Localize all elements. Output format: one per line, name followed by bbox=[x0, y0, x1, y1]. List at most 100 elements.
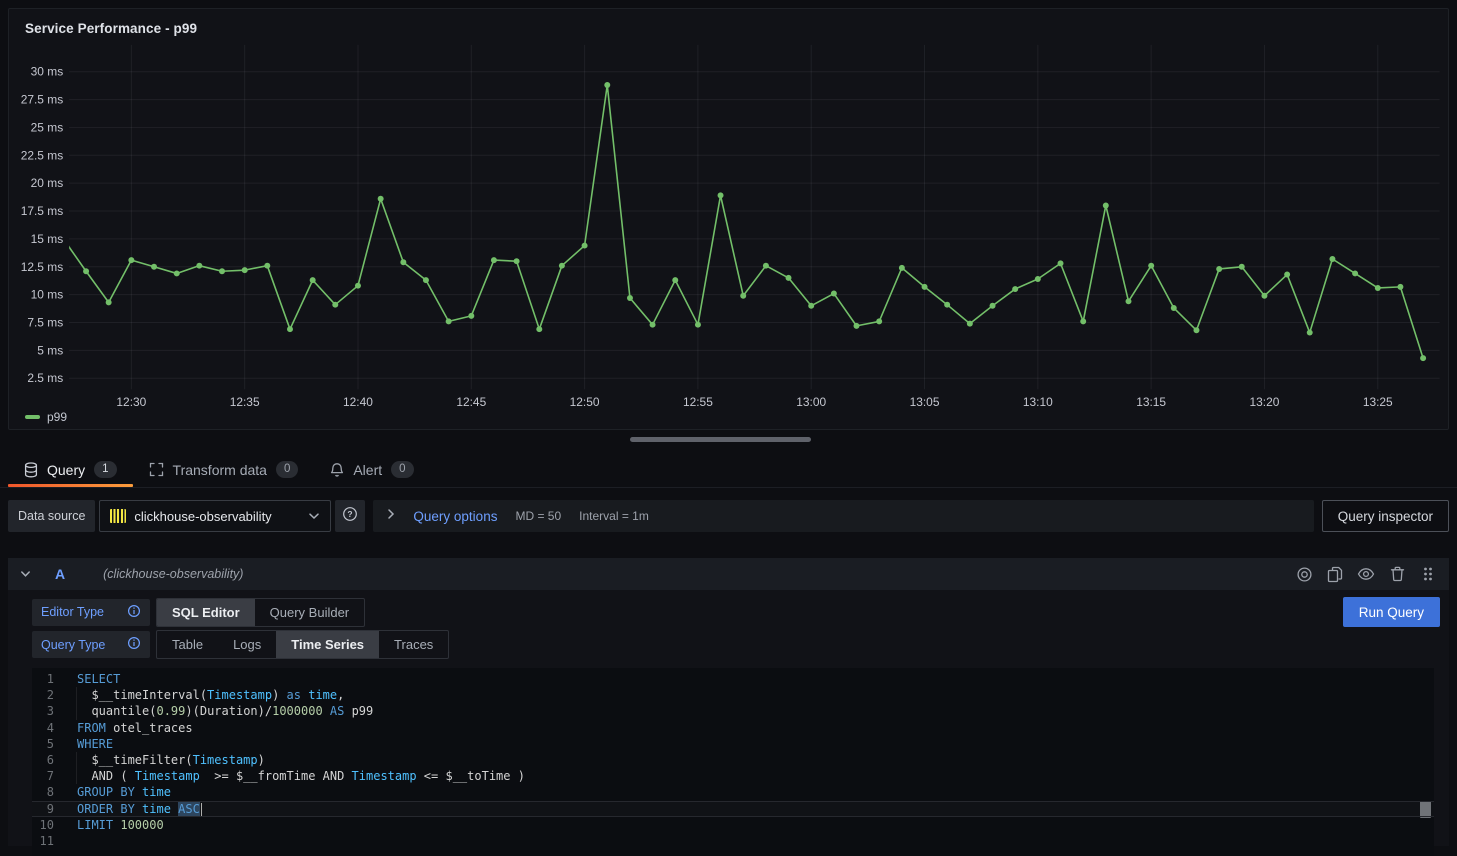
datasource-picker-value: clickhouse-observability bbox=[134, 509, 300, 524]
query-type-label-chip: Query Type bbox=[32, 631, 150, 658]
code-line[interactable]: 7 AND ( Timestamp >= $__fromTime AND Tim… bbox=[32, 768, 1434, 784]
query-type-table[interactable]: Table bbox=[157, 631, 218, 658]
query-row-actions bbox=[1295, 565, 1437, 583]
code-line[interactable]: 9ORDER BY time ASC bbox=[32, 801, 1434, 817]
code-line[interactable]: 5WHERE bbox=[32, 736, 1434, 752]
code-line[interactable]: 11 bbox=[32, 833, 1434, 849]
svg-text:15 ms: 15 ms bbox=[31, 232, 64, 246]
query-type-time-series[interactable]: Time Series bbox=[276, 631, 379, 658]
collapse-chevron-icon[interactable] bbox=[20, 565, 31, 583]
line-number: 11 bbox=[32, 833, 77, 849]
svg-text:2.5 ms: 2.5 ms bbox=[27, 371, 63, 385]
database-icon bbox=[24, 462, 38, 478]
svg-text:12:35: 12:35 bbox=[230, 395, 260, 409]
tab-alert[interactable]: Alert 0 bbox=[314, 452, 429, 487]
datasource-help-button[interactable]: ? bbox=[335, 500, 365, 532]
svg-text:12.5 ms: 12.5 ms bbox=[21, 260, 63, 274]
code-line[interactable]: 4FROM otel_traces bbox=[32, 720, 1434, 736]
tab-alert-count-badge: 0 bbox=[391, 461, 413, 479]
svg-text:13:05: 13:05 bbox=[910, 395, 940, 409]
query-datasource-subtitle: (clickhouse-observability) bbox=[103, 567, 243, 581]
line-number: 10 bbox=[32, 817, 77, 833]
line-number: 5 bbox=[32, 736, 77, 752]
indent-guide bbox=[76, 687, 77, 703]
code-line[interactable]: 3 quantile(0.99)(Duration)/1000000 AS p9… bbox=[32, 703, 1434, 719]
query-type-row: Query Type Table Logs Time Series Traces bbox=[32, 630, 1449, 659]
editor-type-options: SQL Editor Query Builder bbox=[156, 598, 365, 627]
line-number: 6 bbox=[32, 752, 77, 768]
editor-type-label: Editor Type bbox=[41, 605, 104, 619]
record-circle-icon[interactable] bbox=[1295, 565, 1313, 583]
query-type-traces[interactable]: Traces bbox=[379, 631, 448, 658]
code-line-content: GROUP BY time bbox=[77, 784, 1434, 800]
code-line[interactable]: 8GROUP BY time bbox=[32, 784, 1434, 800]
transform-icon bbox=[149, 462, 164, 477]
tab-query[interactable]: Query 1 bbox=[8, 452, 133, 487]
query-ref-id[interactable]: A bbox=[55, 566, 65, 582]
code-line[interactable]: 10LIMIT 100000 bbox=[32, 817, 1434, 833]
duplicate-query-icon[interactable] bbox=[1326, 565, 1344, 583]
legend-series-label: p99 bbox=[47, 410, 67, 424]
query-options-interval: Interval = 1m bbox=[579, 509, 649, 523]
query-type-label: Query Type bbox=[41, 638, 105, 652]
active-tab-underline bbox=[8, 484, 133, 487]
svg-text:25 ms: 25 ms bbox=[31, 120, 64, 134]
svg-text:30 ms: 30 ms bbox=[31, 65, 64, 79]
code-line[interactable]: 6 $__timeFilter(Timestamp) bbox=[32, 752, 1434, 768]
editor-type-label-chip: Editor Type bbox=[32, 599, 150, 626]
tab-query-label: Query bbox=[47, 462, 85, 478]
code-line-content: $__timeFilter(Timestamp) bbox=[77, 752, 1434, 768]
hide-response-eye-icon[interactable] bbox=[1357, 565, 1375, 583]
query-type-options: Table Logs Time Series Traces bbox=[156, 630, 449, 659]
svg-text:13:15: 13:15 bbox=[1136, 395, 1166, 409]
timeseries-chart[interactable]: 2.5 ms5 ms7.5 ms10 ms12.5 ms15 ms17.5 ms… bbox=[9, 9, 1448, 429]
line-number: 2 bbox=[32, 687, 77, 703]
query-type-logs[interactable]: Logs bbox=[218, 631, 276, 658]
info-icon[interactable] bbox=[127, 636, 141, 653]
datasource-picker[interactable]: clickhouse-observability bbox=[99, 500, 331, 532]
svg-text:17.5 ms: 17.5 ms bbox=[21, 204, 63, 218]
remove-query-trash-icon[interactable] bbox=[1388, 565, 1406, 583]
line-number: 9 bbox=[32, 801, 77, 817]
chevron-down-icon bbox=[308, 507, 320, 525]
help-circle-icon: ? bbox=[342, 506, 358, 527]
code-line-content: quantile(0.99)(Duration)/1000000 AS p99 bbox=[77, 703, 1434, 719]
chart-panel: 2.5 ms5 ms7.5 ms10 ms12.5 ms15 ms17.5 ms… bbox=[8, 8, 1449, 430]
query-inspector-button[interactable]: Query inspector bbox=[1322, 500, 1449, 532]
editor-type-query-builder[interactable]: Query Builder bbox=[255, 599, 364, 626]
tab-query-count-badge: 1 bbox=[94, 461, 116, 479]
code-line-content: AND ( Timestamp >= $__fromTime AND Times… bbox=[77, 768, 1434, 784]
tab-transform-count-badge: 0 bbox=[276, 461, 298, 479]
svg-text:20 ms: 20 ms bbox=[31, 176, 64, 190]
svg-text:12:55: 12:55 bbox=[683, 395, 713, 409]
panel-title[interactable]: Service Performance - p99 bbox=[25, 21, 197, 36]
svg-text:5 ms: 5 ms bbox=[37, 343, 63, 357]
code-line-content: WHERE bbox=[77, 736, 1434, 752]
query-row-header[interactable]: A (clickhouse-observability) bbox=[8, 558, 1449, 590]
sql-code-editor[interactable]: 1SELECT2 $__timeInterval(Timestamp) as t… bbox=[32, 668, 1434, 856]
indent-guide bbox=[76, 768, 77, 784]
code-line[interactable]: 2 $__timeInterval(Timestamp) as time, bbox=[32, 687, 1434, 703]
chart-legend[interactable]: p99 bbox=[25, 410, 67, 424]
horizontal-scrollbar-thumb[interactable] bbox=[630, 437, 811, 442]
tab-transform-data[interactable]: Transform data 0 bbox=[133, 452, 315, 487]
clickhouse-logo-icon bbox=[110, 509, 126, 523]
editor-type-row: Editor Type SQL Editor Query Builder Run… bbox=[32, 597, 1449, 627]
code-line-content: SELECT bbox=[77, 671, 1434, 687]
svg-text:13:25: 13:25 bbox=[1363, 395, 1393, 409]
run-query-button[interactable]: Run Query bbox=[1343, 597, 1440, 627]
line-number: 1 bbox=[32, 671, 77, 687]
editor-type-sql-editor[interactable]: SQL Editor bbox=[157, 599, 255, 626]
code-line-content: FROM otel_traces bbox=[77, 720, 1434, 736]
tab-transform-label: Transform data bbox=[173, 462, 267, 478]
indent-guide bbox=[76, 703, 77, 719]
drag-handle-grip-icon[interactable] bbox=[1419, 565, 1437, 583]
svg-text:12:30: 12:30 bbox=[116, 395, 146, 409]
query-options-toggle[interactable]: Query options MD = 50 Interval = 1m bbox=[373, 500, 1313, 532]
code-line[interactable]: 1SELECT bbox=[32, 671, 1434, 687]
svg-text:27.5 ms: 27.5 ms bbox=[21, 93, 63, 107]
svg-text:22.5 ms: 22.5 ms bbox=[21, 148, 63, 162]
query-options-md: MD = 50 bbox=[515, 509, 561, 523]
svg-text:12:45: 12:45 bbox=[456, 395, 486, 409]
info-icon[interactable] bbox=[127, 604, 141, 621]
